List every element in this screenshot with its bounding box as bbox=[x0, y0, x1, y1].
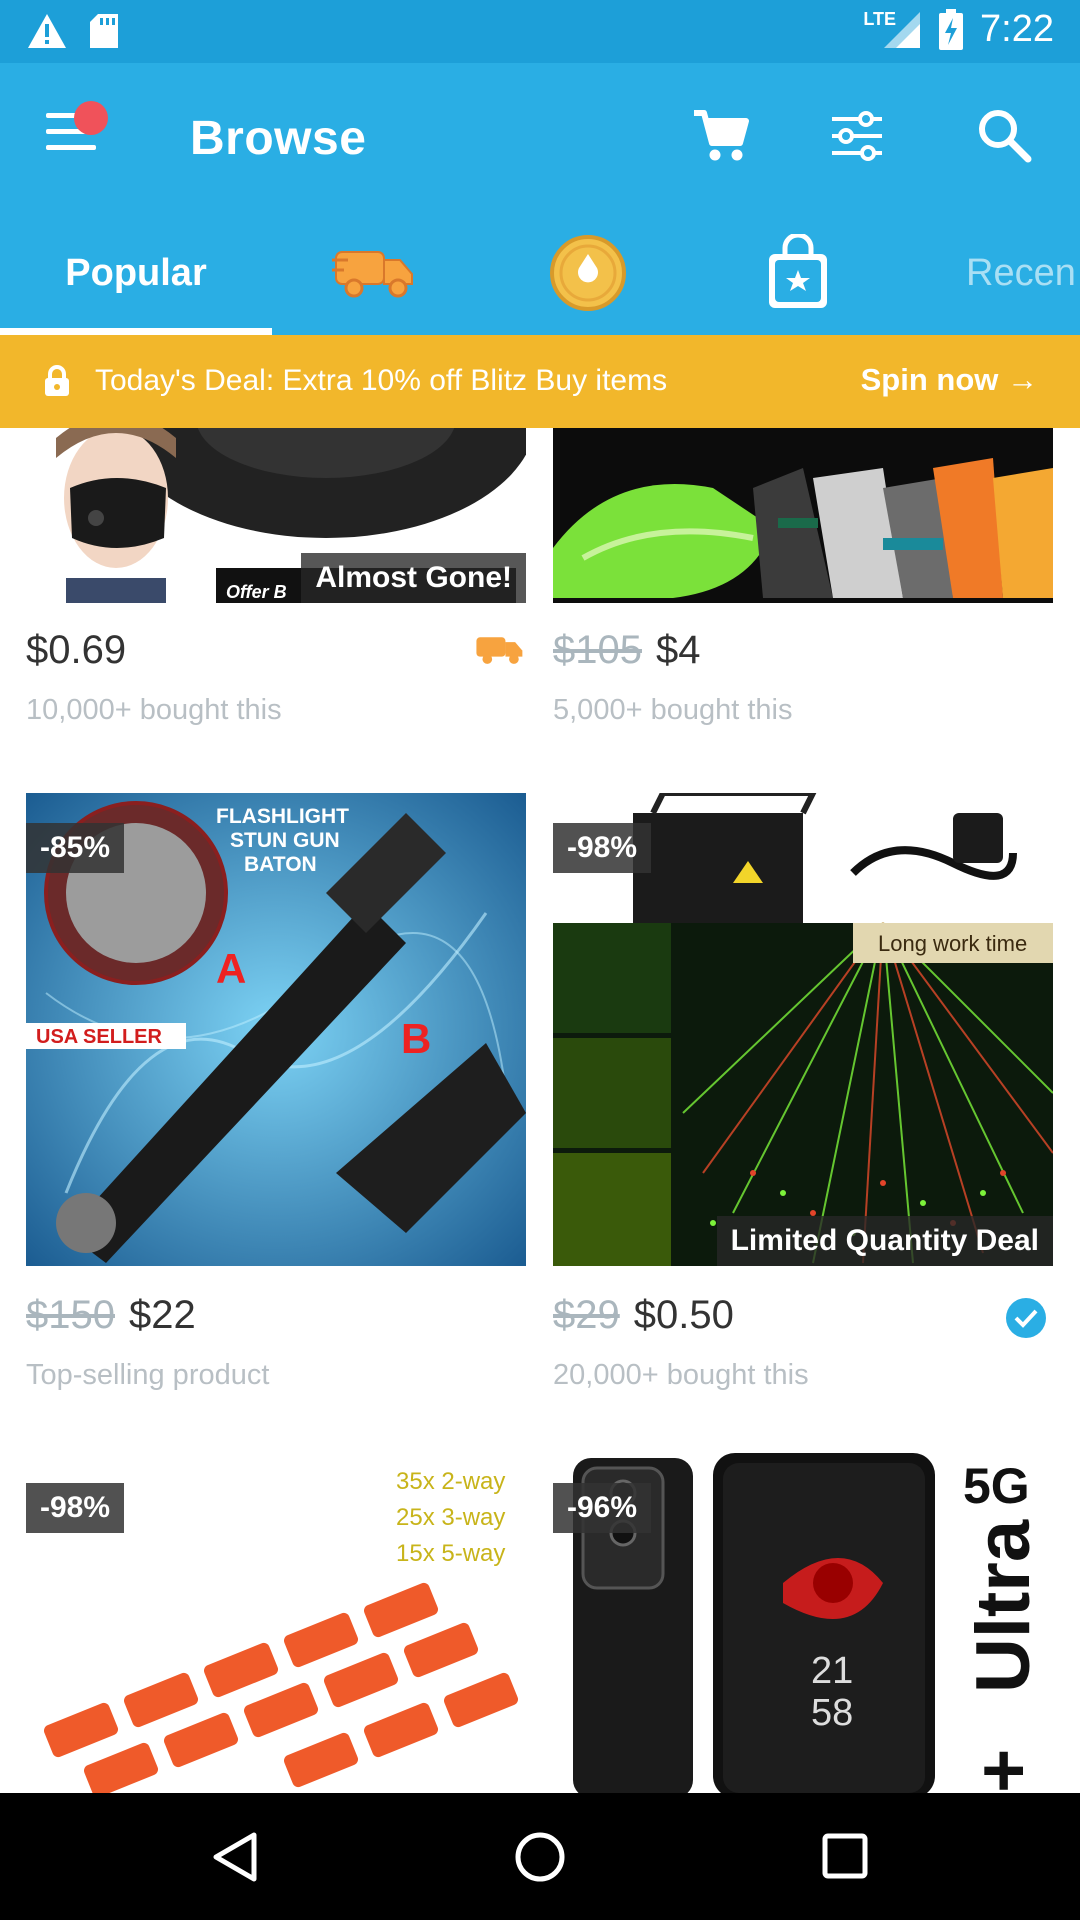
discount-badge: -98% bbox=[26, 1483, 125, 1533]
product-image-text: B bbox=[401, 1015, 431, 1062]
product-image: USA SELLER FLASHLIGHT STUN GUN BATON A B… bbox=[26, 793, 526, 1266]
tab-recent[interactable]: Recen bbox=[966, 211, 1080, 335]
product-card[interactable]: Offer B Almost Gone! $0.69 10,000+ bough… bbox=[26, 428, 526, 768]
sd-card-icon bbox=[90, 14, 118, 48]
product-tag: Almost Gone! bbox=[301, 553, 526, 603]
shopping-bag-icon bbox=[769, 234, 827, 308]
product-image-text: 5G bbox=[963, 1458, 1030, 1514]
product-image-text: 15x 5-way bbox=[396, 1540, 505, 1567]
product-image-text: USA SELLER bbox=[36, 1026, 162, 1048]
filter-icon[interactable] bbox=[826, 105, 888, 167]
product-subtitle: 20,000+ bought this bbox=[553, 1359, 809, 1391]
price-value: $0.69 bbox=[26, 628, 127, 672]
product-price: $105 $4 bbox=[553, 628, 700, 673]
product-image-text: BATON bbox=[244, 853, 317, 876]
product-price: $150 $22 bbox=[26, 1293, 196, 1338]
deal-text: Today's Deal: Extra 10% off Blitz Buy it… bbox=[95, 364, 668, 397]
tab-recent-label: Recen bbox=[966, 251, 1076, 294]
product-image: 35x 2-way 25x 3-way 15x 5-way -98% bbox=[26, 1453, 526, 1793]
product-image-text: 25x 3-way bbox=[396, 1504, 505, 1531]
product-image-text: 58 bbox=[811, 1692, 853, 1734]
tab-popular[interactable]: Popular bbox=[0, 211, 272, 335]
product-image-text: Long work time bbox=[878, 931, 1027, 956]
price-value: $22 bbox=[128, 1293, 196, 1337]
product-image: Offer B Almost Gone! bbox=[26, 428, 526, 603]
system-nav-bar bbox=[0, 1793, 1080, 1920]
discount-badge: -96% bbox=[553, 1483, 652, 1533]
product-image-text: FLASHLIGHT bbox=[216, 805, 349, 828]
product-price: $0.69 bbox=[26, 628, 126, 673]
tab-coins[interactable] bbox=[548, 211, 628, 335]
notification-dot bbox=[74, 101, 108, 135]
category-tabs: Popular Recen bbox=[0, 211, 1080, 335]
product-image: 21 58 5G Ultra + -96% bbox=[553, 1453, 1053, 1793]
product-image-text: 21 bbox=[811, 1650, 853, 1692]
product-subtitle: Top-selling product bbox=[26, 1359, 270, 1391]
product-card[interactable]: $105 $4 5,000+ bought this bbox=[553, 428, 1053, 768]
network-label: LTE bbox=[863, 9, 897, 29]
tab-popular-label: Popular bbox=[65, 251, 207, 294]
spin-now-label: Spin now bbox=[860, 362, 999, 397]
tab-delivery[interactable] bbox=[330, 211, 420, 335]
spin-now-button[interactable]: Spin now → bbox=[861, 362, 1038, 398]
price-value: $0.50 bbox=[633, 1293, 734, 1337]
lock-icon bbox=[45, 365, 69, 396]
verified-icon bbox=[1006, 1298, 1046, 1338]
gold-coin-icon bbox=[550, 235, 626, 311]
clock: 7:22 bbox=[980, 8, 1054, 50]
product-price: $29 $0.50 bbox=[553, 1293, 734, 1338]
discount-badge: -98% bbox=[553, 823, 652, 873]
search-icon[interactable] bbox=[974, 105, 1036, 167]
old-price: $29 bbox=[553, 1293, 620, 1337]
product-tag: Limited Quantity Deal bbox=[716, 1216, 1053, 1266]
product-card[interactable]: 21 58 5G Ultra + -96% bbox=[553, 1453, 1053, 1793]
product-image-text: Ultra bbox=[961, 1519, 1046, 1693]
arrow-right-icon: → bbox=[1007, 362, 1038, 397]
old-price: $105 bbox=[553, 628, 642, 672]
app-bar: Browse bbox=[0, 63, 1080, 211]
product-image-text: Offer B bbox=[226, 582, 287, 602]
product-image bbox=[553, 428, 1053, 603]
product-grid: Offer B Almost Gone! $0.69 10,000+ bough… bbox=[0, 428, 1080, 1793]
product-image-text: STUN GUN bbox=[230, 829, 340, 852]
status-bar: LTE 7:22 bbox=[0, 0, 1080, 63]
tab-indicator bbox=[0, 328, 272, 335]
recents-icon[interactable] bbox=[822, 1833, 868, 1879]
price-value: $4 bbox=[655, 628, 701, 672]
back-icon[interactable] bbox=[212, 1831, 258, 1883]
tab-bag[interactable] bbox=[760, 211, 836, 335]
product-card[interactable]: Long work time -98% Limited Quantity Dea… bbox=[553, 793, 1053, 1413]
product-card[interactable]: USA SELLER FLASHLIGHT STUN GUN BATON A B… bbox=[26, 793, 526, 1413]
page-title: Browse bbox=[190, 112, 367, 165]
home-icon[interactable] bbox=[514, 1831, 566, 1883]
product-image-text: 35x 2-way bbox=[396, 1468, 505, 1495]
product-subtitle: 10,000+ bought this bbox=[26, 694, 282, 726]
delivery-truck-icon bbox=[332, 251, 413, 298]
cart-icon[interactable] bbox=[690, 105, 752, 167]
warning-icon bbox=[28, 14, 66, 48]
svg-text:+: + bbox=[961, 1749, 1046, 1793]
old-price: $150 bbox=[26, 1293, 115, 1337]
product-card[interactable]: 35x 2-way 25x 3-way 15x 5-way -98% bbox=[26, 1453, 526, 1793]
product-subtitle: 5,000+ bought this bbox=[553, 694, 793, 726]
deal-banner[interactable]: Today's Deal: Extra 10% off Blitz Buy it… bbox=[0, 335, 1080, 428]
discount-badge: -85% bbox=[26, 823, 125, 873]
delivery-truck-icon bbox=[476, 637, 523, 664]
product-image-text: A bbox=[216, 945, 246, 992]
product-image: Long work time -98% Limited Quantity Dea… bbox=[553, 793, 1053, 1266]
battery-icon bbox=[939, 8, 964, 50]
